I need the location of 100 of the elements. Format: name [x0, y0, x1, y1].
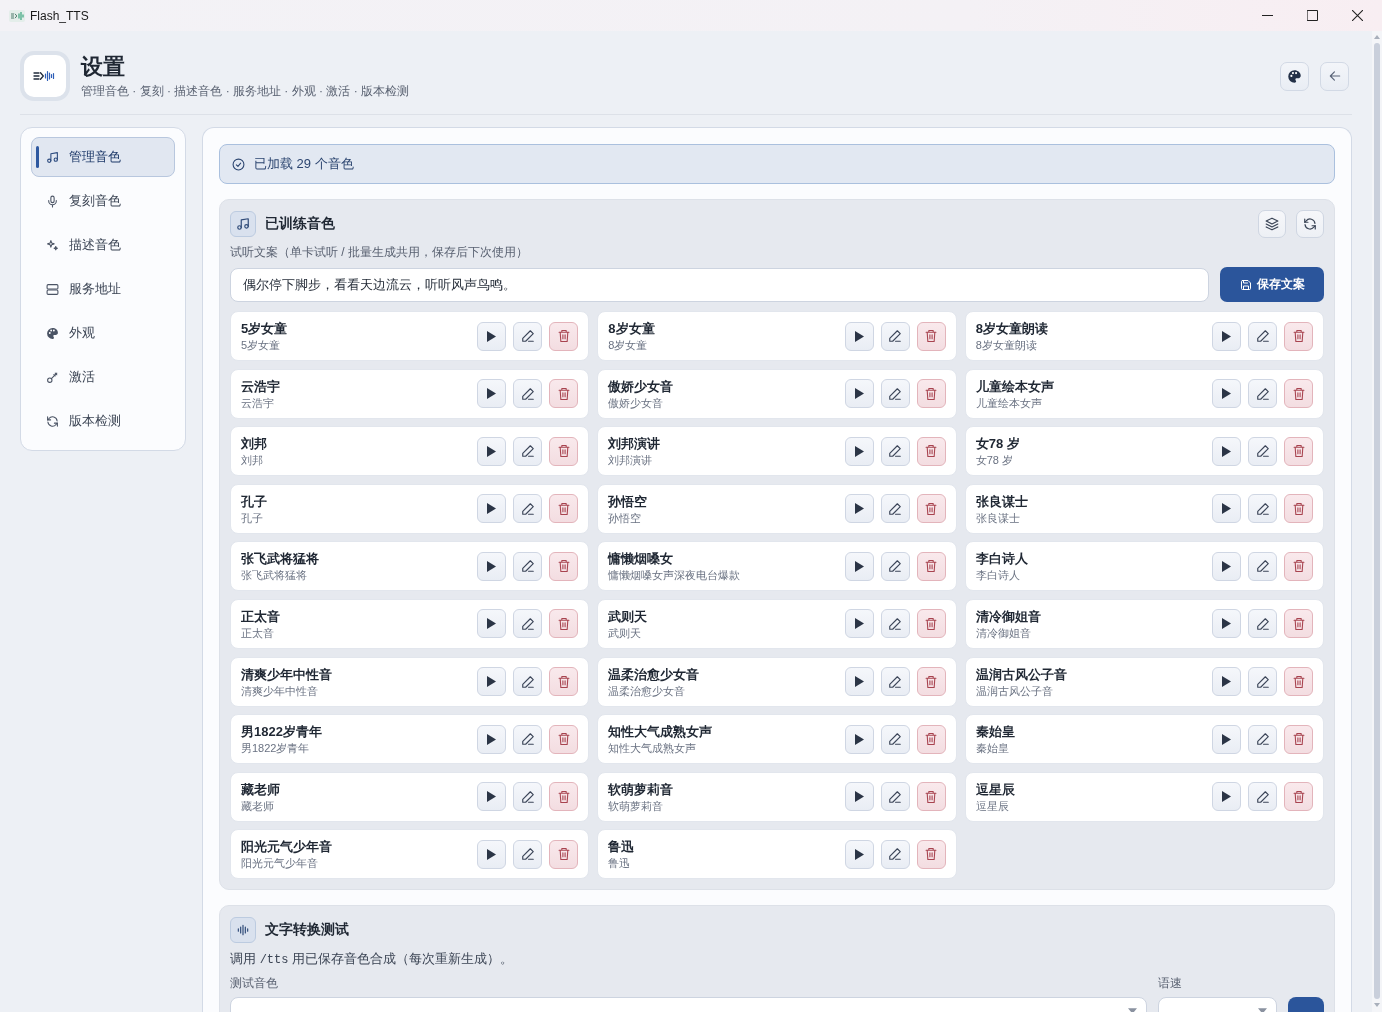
- play-button[interactable]: [1212, 667, 1241, 697]
- edit-button[interactable]: [1248, 379, 1277, 409]
- edit-button[interactable]: [880, 724, 910, 754]
- edit-button[interactable]: [513, 667, 543, 697]
- edit-button[interactable]: [880, 782, 910, 812]
- edit-button[interactable]: [880, 609, 910, 639]
- theme-button[interactable]: [1280, 61, 1309, 91]
- edit-button[interactable]: [513, 782, 543, 812]
- edit-button[interactable]: [1248, 551, 1277, 581]
- play-button[interactable]: [1212, 724, 1241, 754]
- sidebar-item[interactable]: 复刻音色: [31, 181, 175, 221]
- play-button[interactable]: [477, 839, 507, 869]
- delete-button[interactable]: [1284, 609, 1313, 639]
- play-button[interactable]: [844, 379, 874, 409]
- delete-button[interactable]: [549, 551, 579, 581]
- play-button[interactable]: [477, 551, 507, 581]
- save-button[interactable]: 保存文案: [1220, 267, 1324, 302]
- edit-button[interactable]: [880, 667, 910, 697]
- delete-button[interactable]: [1284, 782, 1313, 812]
- edit-button[interactable]: [513, 379, 543, 409]
- play-button[interactable]: [1212, 782, 1241, 812]
- edit-button[interactable]: [1248, 436, 1277, 466]
- play-button[interactable]: [844, 839, 874, 869]
- edit-button[interactable]: [1248, 609, 1277, 639]
- sidebar-item[interactable]: 管理音色: [31, 137, 175, 177]
- edit-button[interactable]: [1248, 782, 1277, 812]
- script-input[interactable]: 偶尔停下脚步，看看天边流云，听听风声鸟鸣。: [230, 267, 1209, 302]
- play-button[interactable]: [844, 494, 874, 524]
- edit-button[interactable]: [513, 839, 543, 869]
- play-button[interactable]: [477, 667, 507, 697]
- play-button[interactable]: [844, 609, 874, 639]
- play-button[interactable]: [844, 724, 874, 754]
- delete-button[interactable]: [549, 436, 579, 466]
- play-button[interactable]: [477, 436, 507, 466]
- delete-button[interactable]: [549, 494, 579, 524]
- delete-button[interactable]: [916, 379, 946, 409]
- sidebar-item[interactable]: 描述音色: [31, 225, 175, 265]
- play-button[interactable]: [1212, 321, 1241, 351]
- delete-button[interactable]: [916, 494, 946, 524]
- sidebar-item[interactable]: 外观: [31, 313, 175, 353]
- play-button[interactable]: [477, 494, 507, 524]
- edit-button[interactable]: [513, 609, 543, 639]
- edit-button[interactable]: [513, 724, 543, 754]
- delete-button[interactable]: [549, 321, 579, 351]
- edit-button[interactable]: [880, 321, 910, 351]
- play-button[interactable]: [1212, 609, 1241, 639]
- delete-button[interactable]: [549, 379, 579, 409]
- delete-button[interactable]: [916, 724, 946, 754]
- scrollbar-thumb[interactable]: [1374, 43, 1380, 999]
- play-button[interactable]: [1212, 379, 1241, 409]
- edit-button[interactable]: [1248, 321, 1277, 351]
- play-button[interactable]: [477, 379, 507, 409]
- edit-button[interactable]: [880, 379, 910, 409]
- play-button[interactable]: [844, 782, 874, 812]
- delete-button[interactable]: [549, 667, 579, 697]
- delete-button[interactable]: [916, 782, 946, 812]
- edit-button[interactable]: [880, 839, 910, 869]
- delete-button[interactable]: [1284, 494, 1313, 524]
- edit-button[interactable]: [513, 494, 543, 524]
- edit-button[interactable]: [1248, 724, 1277, 754]
- delete-button[interactable]: [1284, 321, 1313, 351]
- play-button[interactable]: [844, 321, 874, 351]
- play-button[interactable]: [844, 436, 874, 466]
- edit-button[interactable]: [880, 436, 910, 466]
- delete-button[interactable]: [916, 321, 946, 351]
- sidebar-item[interactable]: 激活: [31, 357, 175, 397]
- refresh-button[interactable]: [1296, 210, 1324, 238]
- delete-button[interactable]: [1284, 724, 1313, 754]
- delete-button[interactable]: [916, 609, 946, 639]
- edit-button[interactable]: [513, 321, 543, 351]
- play-button[interactable]: [844, 667, 874, 697]
- layers-button[interactable]: [1258, 210, 1286, 238]
- delete-button[interactable]: [1284, 436, 1313, 466]
- play-button[interactable]: [477, 321, 507, 351]
- delete-button[interactable]: [549, 782, 579, 812]
- edit-button[interactable]: [513, 551, 543, 581]
- play-button[interactable]: [477, 782, 507, 812]
- delete-button[interactable]: [1284, 551, 1313, 581]
- play-button[interactable]: [1212, 551, 1241, 581]
- delete-button[interactable]: [916, 667, 946, 697]
- delete-button[interactable]: [549, 839, 579, 869]
- delete-button[interactable]: [1284, 379, 1313, 409]
- delete-button[interactable]: [916, 839, 946, 869]
- play-button[interactable]: [1212, 494, 1241, 524]
- delete-button[interactable]: [916, 551, 946, 581]
- delete-button[interactable]: [1284, 667, 1313, 697]
- sidebar-item[interactable]: 版本检测: [31, 401, 175, 441]
- play-button[interactable]: [844, 551, 874, 581]
- edit-button[interactable]: [513, 436, 543, 466]
- scrollbar[interactable]: [1372, 31, 1382, 1012]
- edit-button[interactable]: [880, 494, 910, 524]
- delete-button[interactable]: [916, 436, 946, 466]
- edit-button[interactable]: [880, 551, 910, 581]
- delete-button[interactable]: [549, 724, 579, 754]
- play-button[interactable]: [477, 724, 507, 754]
- edit-button[interactable]: [1248, 667, 1277, 697]
- sidebar-item[interactable]: 服务地址: [31, 269, 175, 309]
- play-button[interactable]: [477, 609, 507, 639]
- edit-button[interactable]: [1248, 494, 1277, 524]
- delete-button[interactable]: [549, 609, 579, 639]
